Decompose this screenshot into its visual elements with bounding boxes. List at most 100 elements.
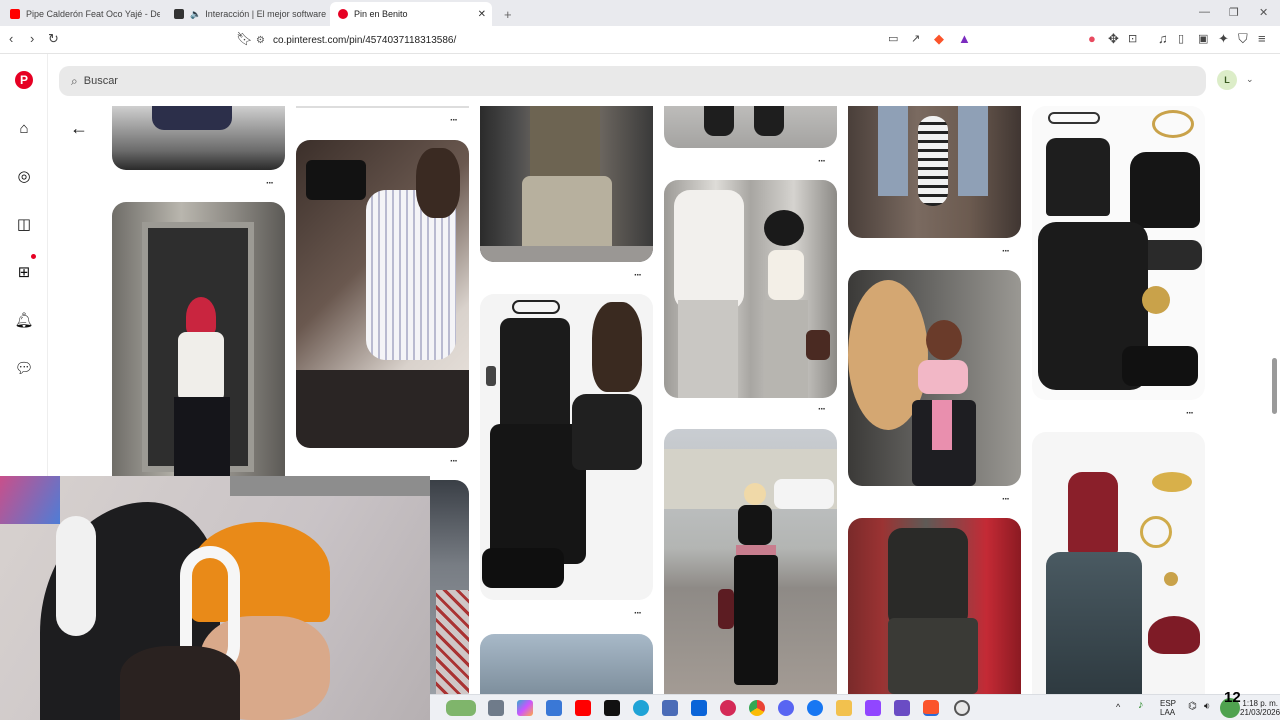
pin-image[interactable]	[1032, 106, 1205, 400]
clock[interactable]: 1:18 p. m. 21/03/2026	[1240, 699, 1280, 717]
tab-label: Pipe Calderón Feat Oco Yajé - De Re	[26, 9, 160, 19]
pin-more-button[interactable]: ···	[1186, 408, 1194, 419]
mail-icon[interactable]	[691, 700, 707, 716]
wallet-icon[interactable]: ▣	[1198, 32, 1208, 46]
pin-more-button[interactable]: ···	[634, 608, 642, 619]
notifications-icon[interactable]: 🔔︎	[14, 310, 34, 330]
tab-pin-en-benito[interactable]: Pin en Benito ✕	[330, 2, 492, 26]
pin-more-button[interactable]: ···	[818, 404, 826, 415]
brave-rewards-icon[interactable]: ▲	[958, 32, 971, 46]
pin-image[interactable]	[664, 429, 837, 694]
pin-more-button[interactable]: ···	[1002, 246, 1010, 257]
pin-more-button[interactable]: ···	[450, 456, 458, 467]
minimize-icon[interactable]: —	[1199, 6, 1210, 18]
sidebar-icon[interactable]: ▯	[1178, 32, 1184, 46]
task-view-icon[interactable]	[488, 700, 504, 716]
explore-icon[interactable]: ◎	[14, 166, 34, 186]
tab-youtube[interactable]: Pipe Calderón Feat Oco Yajé - De Re	[2, 2, 160, 26]
store-icon[interactable]	[546, 700, 562, 716]
site-info-icon[interactable]: ⚙	[256, 35, 265, 46]
pin-image[interactable]	[664, 106, 837, 148]
close-window-icon[interactable]: ✕	[1259, 6, 1268, 19]
pin-image[interactable]	[848, 106, 1021, 238]
facebook-icon[interactable]	[807, 700, 823, 716]
tab-label: Interacción | El mejor software p	[205, 9, 326, 19]
pin-image[interactable]	[848, 270, 1021, 486]
network-icon[interactable]: ⌬	[1188, 702, 1197, 712]
tab-label: Pin en Benito	[354, 9, 408, 19]
reload-icon[interactable]: ↻	[48, 32, 59, 46]
cast-icon[interactable]: ▭	[888, 32, 898, 46]
extensions-icon[interactable]: ✥	[1108, 32, 1119, 46]
speaker-icon: 🔈	[190, 8, 202, 19]
avatar[interactable]: L	[1217, 70, 1237, 90]
pin-image[interactable]	[296, 106, 469, 108]
brave-taskbar-icon[interactable]	[923, 700, 939, 716]
microphone-icon[interactable]: ♪	[1138, 700, 1144, 711]
tab-bar: Pipe Calderón Feat Oco Yajé - De Re 🔈 In…	[0, 0, 1280, 26]
chevron-down-icon[interactable]: ⌄	[1246, 74, 1254, 85]
tab-interaccion[interactable]: 🔈 Interacción | El mejor software p	[166, 2, 326, 26]
search-icon: ⌕	[71, 73, 78, 88]
new-tab-button[interactable]: +	[496, 2, 516, 26]
teams-icon[interactable]	[894, 700, 910, 716]
back-arrow-icon[interactable]: ←	[70, 118, 88, 139]
boards-icon[interactable]: ◫	[14, 214, 34, 234]
pin-image[interactable]	[664, 180, 837, 398]
url-text: co.pinterest.com/pin/4574037118313586/	[272, 34, 457, 46]
extension-color-icon[interactable]: ●	[1088, 32, 1096, 46]
restore-icon[interactable]: ❐	[1229, 6, 1239, 19]
edge-icon[interactable]	[633, 700, 649, 716]
bookmark-icon[interactable]: 🔖︎	[236, 32, 253, 46]
pin-more-button[interactable]: ···	[266, 178, 274, 189]
opera-icon[interactable]	[720, 700, 736, 716]
chrome-icon[interactable]	[749, 700, 765, 716]
address-bar[interactable]: ⚙ co.pinterest.com/pin/4574037118313586/	[256, 30, 976, 50]
pin-image[interactable]	[848, 518, 1021, 694]
pin-more-button[interactable]: ···	[818, 156, 826, 167]
pin-image[interactable]	[480, 294, 653, 600]
search-input[interactable]: Buscar	[84, 75, 118, 87]
menu-icon[interactable]: ≡	[1258, 32, 1266, 46]
pen-icon[interactable]	[662, 700, 678, 716]
widgets-icon[interactable]	[446, 700, 476, 716]
vpn-icon[interactable]: ⛉	[1238, 32, 1248, 46]
search-bar[interactable]: ⌕ Buscar	[59, 66, 1206, 96]
share-icon[interactable]: ↗	[911, 32, 920, 46]
pin-more-button[interactable]: ···	[450, 115, 458, 126]
copilot-icon[interactable]	[517, 700, 533, 716]
obs-icon[interactable]	[954, 700, 970, 716]
create-icon[interactable]: ⊞	[14, 262, 34, 282]
language-code: ESP	[1160, 699, 1177, 708]
messages-icon[interactable]: 💬︎	[14, 358, 34, 378]
pin-image[interactable]	[112, 202, 285, 478]
pin-more-button[interactable]: ···	[1002, 494, 1010, 505]
brave-shield-icon[interactable]: ◆	[934, 32, 944, 46]
pin-image[interactable]	[296, 140, 469, 448]
pinterest-logo-icon[interactable]: P	[15, 71, 33, 89]
pin-more-button[interactable]: ···	[634, 270, 642, 281]
forward-icon[interactable]: ›	[30, 32, 34, 46]
netflix-icon[interactable]	[604, 700, 620, 716]
youtube-icon[interactable]	[575, 700, 591, 716]
webcam-overlay	[0, 476, 430, 720]
volume-icon[interactable]: 🔉︎	[1204, 702, 1210, 712]
discord-icon[interactable]	[778, 700, 794, 716]
leo-ai-icon[interactable]: ✦	[1218, 32, 1229, 46]
input-language[interactable]: ESP LAA	[1160, 699, 1176, 717]
taskbar: ^ ♪ ESP LAA ⌬ 🔉︎ 12 1:18 p. m. 21/03/202…	[430, 689, 1280, 720]
home-icon[interactable]: ⌂	[14, 118, 34, 138]
twitch-icon[interactable]	[865, 700, 881, 716]
close-tab-icon[interactable]: ✕	[478, 9, 486, 20]
notification-count: 12	[1224, 689, 1241, 706]
pin-image[interactable]	[1032, 432, 1205, 694]
media-icon[interactable]: ♫	[1158, 32, 1168, 46]
screenshot-icon[interactable]: ⊡	[1128, 32, 1137, 46]
scrollbar[interactable]	[1272, 358, 1277, 414]
file-explorer-icon[interactable]	[836, 700, 852, 716]
back-icon[interactable]: ‹	[9, 32, 13, 46]
tray-chevron-icon[interactable]: ^	[1116, 703, 1120, 712]
pin-image[interactable]	[112, 106, 285, 170]
pin-image[interactable]	[480, 634, 653, 694]
pin-image[interactable]	[480, 106, 653, 262]
